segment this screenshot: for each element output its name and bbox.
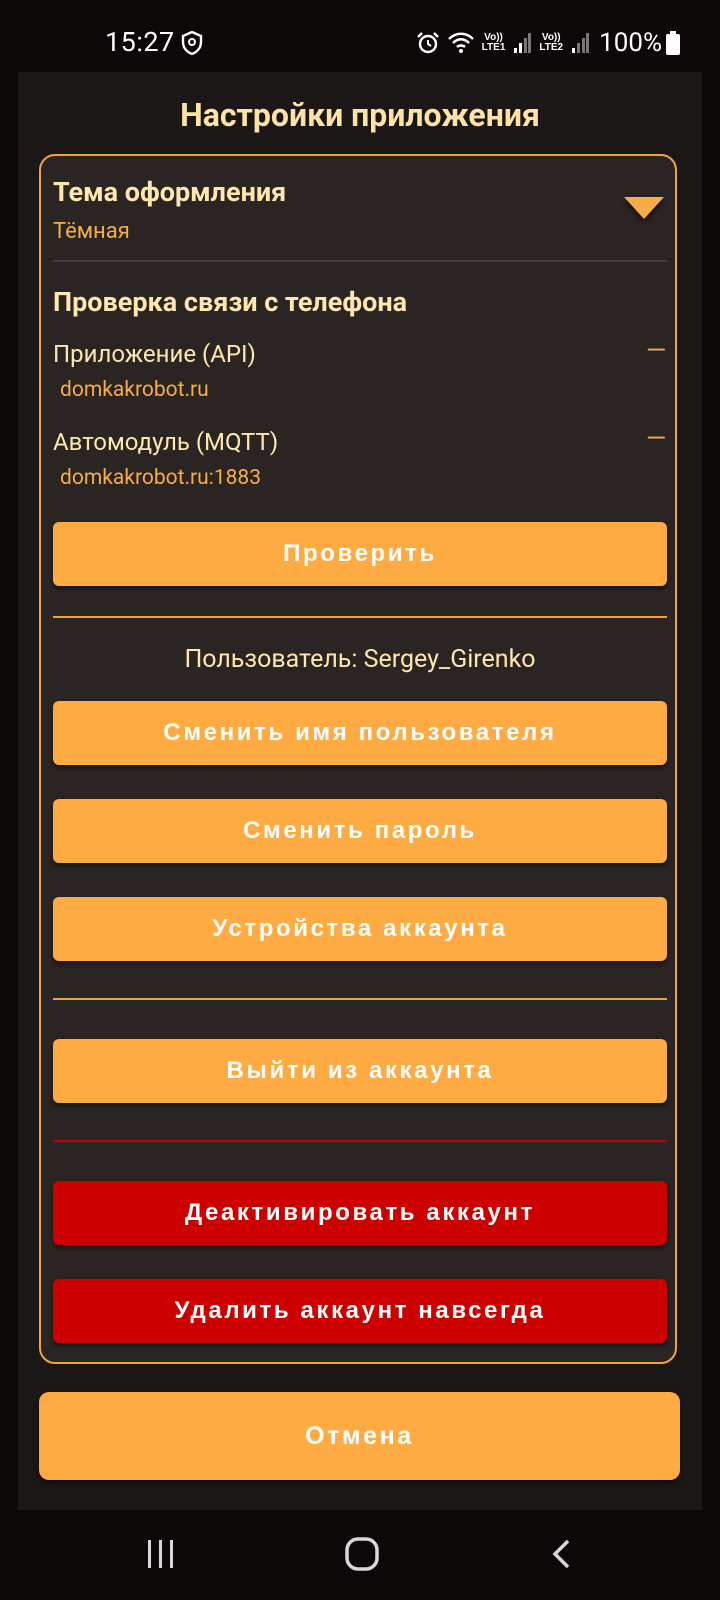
connection-heading: Проверка связи с телефона (53, 286, 408, 318)
cancel-button[interactable]: Отмена (39, 1392, 680, 1480)
dialog-title: Настройки приложения (180, 96, 540, 134)
danger-divider (53, 1140, 667, 1142)
logout-divider (53, 998, 667, 1000)
sim1-indicator: Vo)) LTE1 (482, 33, 506, 53)
logout-button[interactable]: Выйти из аккаунта (53, 1039, 667, 1103)
shield-icon (181, 31, 203, 55)
section-divider (53, 616, 667, 618)
battery-icon (666, 31, 680, 55)
status-time: 15:27 (105, 26, 175, 58)
home-icon[interactable] (344, 1536, 380, 1572)
mqtt-status: — (646, 424, 667, 454)
signal-icon (571, 32, 590, 54)
change-username-button[interactable]: Сменить имя пользователя (53, 701, 667, 765)
chevron-down-icon[interactable] (624, 197, 664, 219)
change-password-button[interactable]: Сменить пароль (53, 799, 667, 863)
sim2-indicator: Vo)) LTE2 (539, 33, 563, 53)
theme-divider (53, 260, 667, 262)
status-icons: Vo)) LTE1 Vo)) LTE2 100% (408, 26, 680, 60)
wifi-icon (447, 32, 474, 54)
theme-heading: Тема оформления (53, 176, 287, 208)
sim2-lte-label: LTE2 (539, 42, 564, 53)
theme-selected-value[interactable]: Тёмная (53, 219, 130, 244)
signal-icon (513, 32, 532, 54)
navigation-bar (0, 1510, 720, 1600)
mqtt-label: Автомодуль (MQTT) (53, 428, 279, 456)
mqtt-host: domkakrobot.ru:1883 (60, 466, 261, 490)
deactivate-account-button[interactable]: Деактивировать аккаунт (53, 1181, 667, 1245)
api-label: Приложение (API) (53, 340, 256, 368)
back-icon[interactable] (550, 1538, 574, 1570)
sim1-lte-label: LTE1 (481, 42, 506, 53)
alarm-icon (416, 31, 440, 55)
api-host: domkakrobot.ru (60, 378, 209, 402)
delete-account-button[interactable]: Удалить аккаунт навсегда (53, 1279, 667, 1343)
user-label: Пользователь: Sergey_Girenko (184, 645, 536, 674)
check-connection-button[interactable]: Проверить (53, 522, 667, 586)
recent-apps-icon[interactable] (146, 1538, 176, 1570)
account-devices-button[interactable]: Устройства аккаунта (53, 897, 667, 961)
battery-percent: 100% (599, 28, 662, 58)
api-status: — (646, 336, 667, 366)
